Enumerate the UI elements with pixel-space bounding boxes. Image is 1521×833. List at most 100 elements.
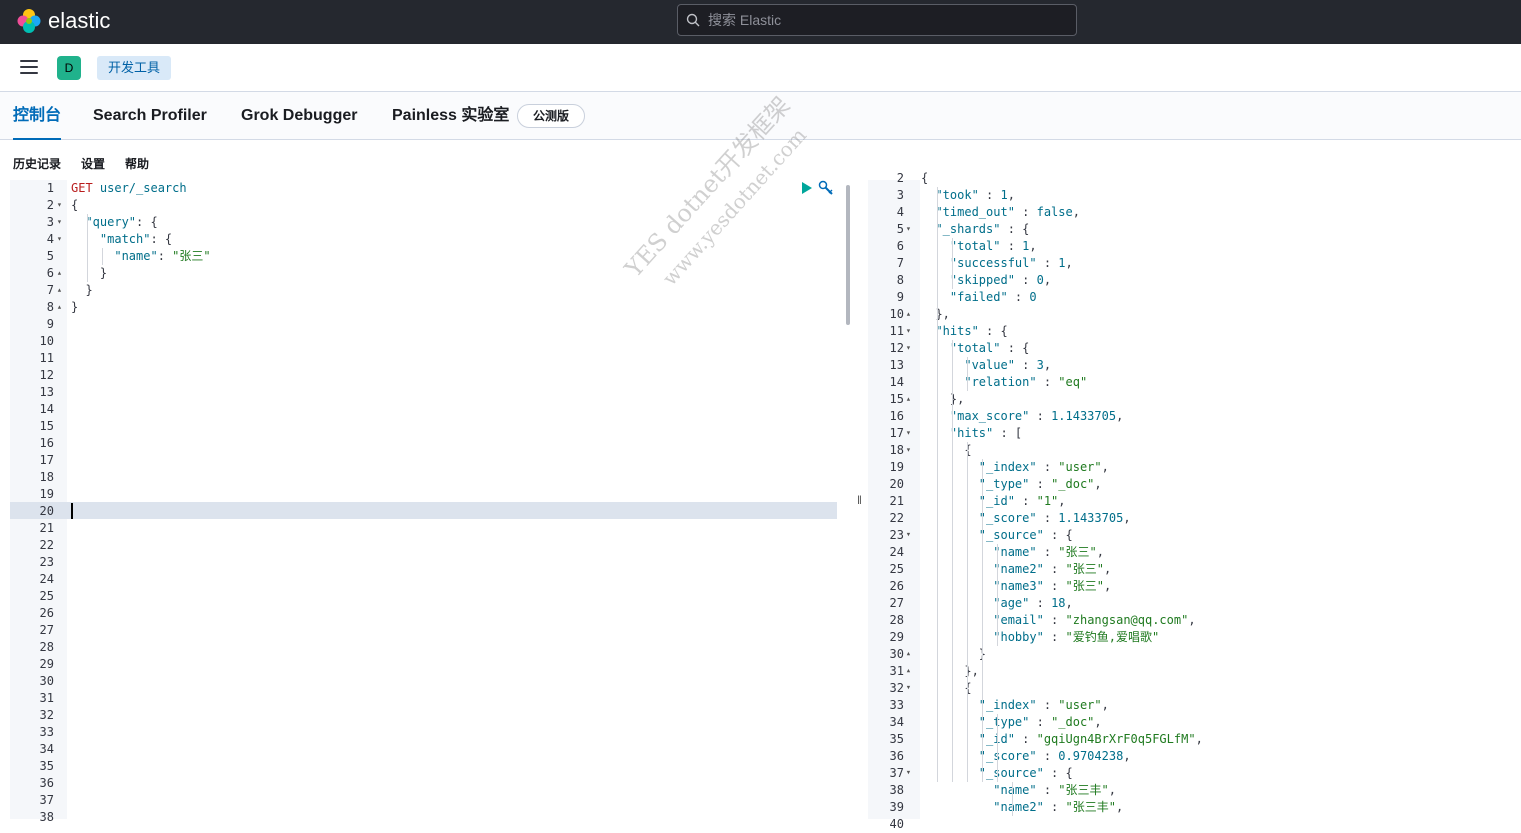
- request-line: "name": "张三": [71, 249, 211, 263]
- response-line: "name2" : "张三",: [993, 562, 1112, 576]
- fold-toggle-icon[interactable]: ▼: [907, 769, 910, 775]
- line-number: 26: [39, 606, 54, 620]
- response-line: "timed_out" : false,: [921, 205, 1080, 219]
- breadcrumb[interactable]: 开发工具: [97, 56, 172, 80]
- space-avatar[interactable]: D: [57, 56, 81, 80]
- wrench-icon[interactable]: [818, 180, 834, 196]
- top-bar: elastic: [0, 0, 1521, 44]
- line-number: 4: [896, 205, 904, 219]
- fold-toggle-icon[interactable]: ▼: [58, 218, 61, 224]
- search-input[interactable]: [708, 12, 1048, 28]
- fold-toggle-icon[interactable]: ▼: [907, 344, 910, 350]
- fold-toggle-icon[interactable]: ▼: [907, 684, 910, 690]
- response-line: "_type" : "_doc",: [921, 715, 1102, 729]
- line-number: 20: [889, 477, 904, 491]
- global-search[interactable]: [677, 4, 1077, 36]
- line-number: 21: [889, 494, 904, 508]
- brand-name: elastic: [48, 8, 111, 33]
- indent-guide: [102, 248, 103, 265]
- indent-guide: [937, 187, 938, 782]
- nav-bar: D 开发工具: [0, 44, 1521, 92]
- run-request-icon[interactable]: [800, 181, 814, 195]
- line-number: 33: [889, 698, 904, 712]
- line-number: 34: [39, 742, 54, 756]
- line-number: 30: [889, 647, 904, 661]
- response-viewer[interactable]: 2 {3 "took" : 1, 4 "timed_out" : false, 5 "…: [868, 171, 1521, 831]
- line-number: 17: [889, 426, 904, 440]
- line-number: 3: [46, 215, 54, 229]
- response-line: "name2" : "张三丰",: [921, 800, 1124, 814]
- line-number: 2: [896, 171, 904, 185]
- line-number: 25: [39, 589, 54, 603]
- line-number: 7: [46, 283, 54, 297]
- indent-guide: [952, 340, 953, 782]
- fold-end-icon[interactable]: ▲: [907, 667, 910, 673]
- tab-grok-debugger[interactable]: Grok Debugger: [241, 92, 357, 140]
- request-editor[interactable]: 1 2 3 4 5 6 7 8 9 10 11 12 13 14 15 16 17 18 19 20 21 22 23 24 2…: [10, 180, 850, 824]
- history-link[interactable]: 历史记录: [13, 155, 61, 172]
- line-number: 18: [39, 470, 54, 484]
- devtools-tabs: 控制台 Search Profiler Grok Debugger Painle…: [0, 92, 1521, 140]
- fold-toggle-icon[interactable]: ▼: [58, 201, 61, 207]
- line-number: 7: [896, 256, 904, 270]
- line-number: 36: [889, 749, 904, 763]
- fold-end-icon[interactable]: ▲: [58, 303, 61, 309]
- response-line: },: [921, 307, 950, 321]
- response-line: "skipped" : 0,: [921, 273, 1052, 287]
- line-number: 37: [889, 766, 904, 780]
- line-number: 23: [889, 528, 904, 542]
- line-number: 8: [896, 273, 904, 287]
- line-number: 39: [889, 800, 904, 814]
- line-number: 12: [39, 368, 54, 382]
- fold-toggle-icon[interactable]: ▼: [907, 327, 910, 333]
- response-line: "value" : 3,: [964, 358, 1052, 372]
- fold-end-icon[interactable]: ▲: [58, 286, 61, 292]
- line-number: 25: [889, 562, 904, 576]
- indent-guide: [997, 544, 998, 646]
- elastic-logo[interactable]: elastic: [16, 7, 110, 35]
- fold-end-icon[interactable]: ▲: [58, 269, 61, 275]
- fold-toggle-icon[interactable]: ▼: [907, 531, 910, 537]
- line-number: 24: [889, 545, 904, 559]
- resize-handle-icon[interactable]: ‖: [857, 493, 862, 507]
- response-line: "successful" : 1,: [921, 256, 1073, 270]
- active-line-highlight: [10, 502, 837, 519]
- tab-console[interactable]: 控制台: [13, 92, 62, 140]
- line-number: 3: [896, 188, 904, 202]
- response-line: }: [921, 647, 987, 661]
- fold-end-icon[interactable]: ▲: [907, 395, 910, 401]
- line-number: 1: [46, 181, 54, 195]
- line-number: 23: [39, 555, 54, 569]
- response-line: {: [921, 171, 929, 185]
- fold-toggle-icon[interactable]: ▼: [907, 446, 910, 452]
- line-number: 12: [889, 341, 904, 355]
- line-number: 10: [889, 307, 904, 321]
- console-menu: 历史记录 设置 帮助: [0, 140, 1521, 180]
- response-line: "hits" : {: [921, 324, 1008, 338]
- tab-painless-lab[interactable]: Painless 实验室: [392, 92, 509, 140]
- settings-link[interactable]: 设置: [81, 155, 105, 172]
- tab-search-profiler[interactable]: Search Profiler: [93, 92, 207, 140]
- line-number: 35: [889, 732, 904, 746]
- indent-guide: [87, 214, 88, 282]
- request-line: "query": {: [71, 215, 158, 229]
- line-number: 28: [39, 640, 54, 654]
- line-number: 13: [889, 358, 904, 372]
- line-number: 20: [39, 504, 54, 518]
- pane-resizer[interactable]: ‖: [850, 180, 868, 819]
- fold-toggle-icon[interactable]: ▼: [58, 235, 61, 241]
- fold-toggle-icon[interactable]: ▼: [907, 225, 910, 231]
- help-link[interactable]: 帮助: [125, 155, 149, 172]
- menu-icon[interactable]: [20, 60, 38, 74]
- fold-toggle-icon[interactable]: ▼: [907, 429, 910, 435]
- line-number: 33: [39, 725, 54, 739]
- line-number: 5: [46, 249, 54, 263]
- fold-end-icon[interactable]: ▲: [907, 310, 910, 316]
- fold-end-icon[interactable]: ▲: [907, 650, 910, 656]
- response-line: },: [921, 664, 979, 678]
- response-line: "_index" : "user",: [921, 698, 1109, 712]
- line-number: 32: [889, 681, 904, 695]
- response-line: "relation" : "eq": [921, 375, 1088, 389]
- line-number: 6: [46, 266, 54, 280]
- line-number: 24: [39, 572, 54, 586]
